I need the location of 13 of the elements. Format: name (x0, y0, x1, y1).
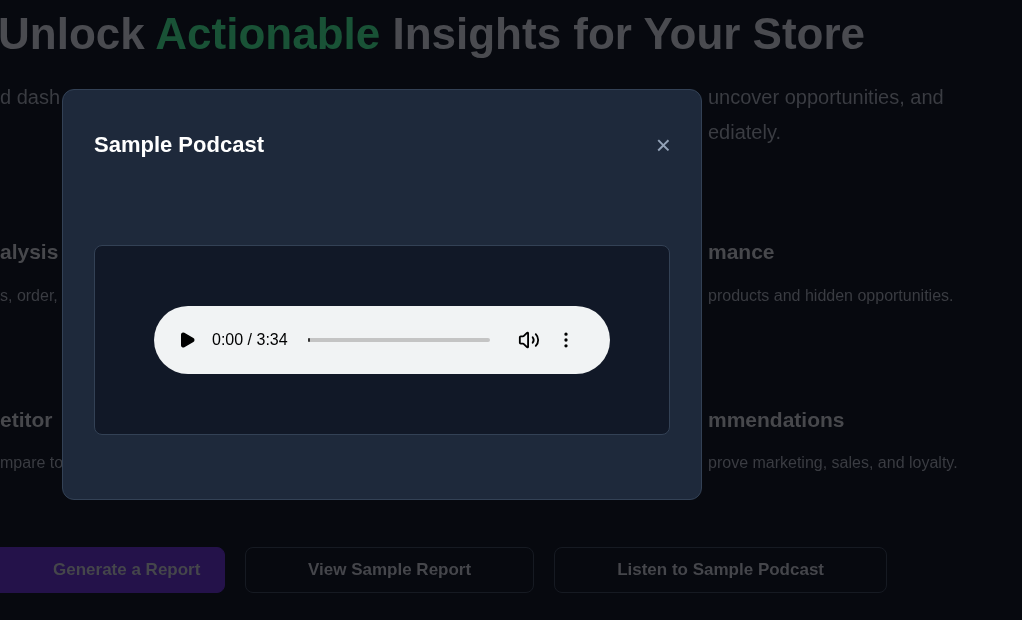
feature-title: mance (708, 239, 776, 265)
play-icon[interactable] (178, 331, 196, 349)
time-display: 0:00 / 3:34 (212, 330, 288, 350)
dialog-title: Sample Podcast (94, 131, 264, 159)
feature-title: mmendations (708, 406, 846, 433)
volume-icon[interactable] (517, 329, 540, 351)
close-button[interactable]: × (655, 132, 671, 158)
feature-title: etitor (0, 406, 54, 433)
page-title: Unlock Actionable Insights for Your Store (0, 12, 867, 56)
action-button[interactable]: Listen to Sample Podcast (554, 547, 888, 593)
action-button[interactable]: View Sample Report (245, 547, 535, 593)
feature-title: alysis (0, 239, 60, 265)
progress-track[interactable] (307, 338, 490, 342)
